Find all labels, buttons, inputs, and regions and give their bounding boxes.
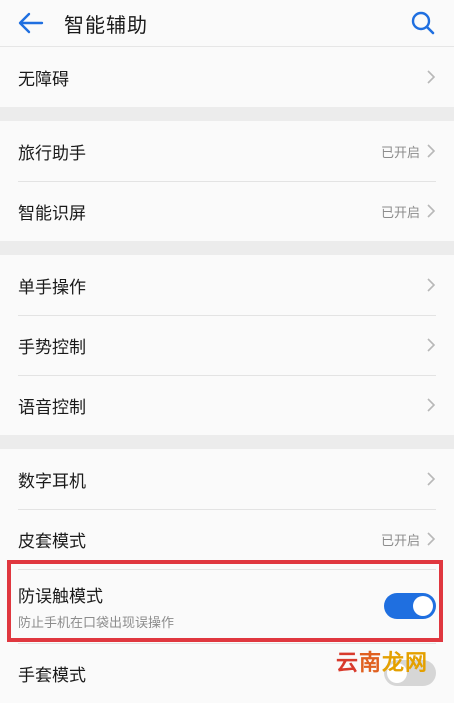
chevron-right-icon [426,203,436,219]
toggle-knob [413,596,433,616]
setting-label: 数字耳机 [18,471,86,492]
setting-label: 旅行助手 [18,143,86,164]
status-text: 已开启 [380,145,420,161]
setting-label: 手套模式 [18,665,86,686]
watermark-logo: 云南龙网 [335,651,428,676]
group-divider [0,107,454,121]
arrow-left-icon [18,12,44,34]
group-divider [0,435,454,449]
setting-gesture-control[interactable]: 手势控制 [0,315,454,375]
setting-one-hand-mode[interactable]: 单手操作 [0,255,454,315]
setting-pocket-mode[interactable]: 防误触模式 防止手机在口袋出现误操作 [0,569,454,643]
back-button[interactable] [8,0,54,46]
setting-travel-assistant[interactable]: 旅行助手 已开启 [0,121,454,181]
setting-voice-control[interactable]: 语音控制 [0,375,454,435]
chevron-right-icon [426,277,436,293]
search-icon [411,11,435,35]
page-title: 智能辅助 [64,12,148,37]
app-header: 智能辅助 [0,0,454,47]
setting-label: 智能识屏 [18,203,86,224]
setting-cover-mode[interactable]: 皮套模式 已开启 [0,509,454,569]
search-button[interactable] [406,6,440,40]
chevron-right-icon [426,143,436,159]
setting-label: 单手操作 [18,277,86,298]
pocket-mode-toggle[interactable] [384,593,436,619]
setting-label: 手势控制 [18,337,86,358]
setting-label: 防误触模式 [18,586,103,607]
setting-label: 无障碍 [18,69,69,90]
setting-texts: 防误触模式 防止手机在口袋出现误操作 [18,582,384,631]
chevron-right-icon [426,471,436,487]
settings-group-controls: 单手操作 手势控制 语音控制 [0,255,454,435]
chevron-right-icon [426,69,436,85]
setting-label: 语音控制 [18,397,86,418]
setting-smart-screen-recognition[interactable]: 智能识屏 已开启 [0,181,454,241]
setting-digital-headset[interactable]: 数字耳机 [0,449,454,509]
setting-description: 防止手机在口袋出现误操作 [18,615,175,631]
chevron-right-icon [426,531,436,547]
setting-accessibility[interactable]: 无障碍 [0,47,454,107]
chevron-right-icon [426,397,436,413]
setting-label: 皮套模式 [18,531,86,552]
status-text: 已开启 [380,205,420,221]
settings-group-smart: 旅行助手 已开启 智能识屏 已开启 [0,121,454,241]
status-text: 已开启 [380,533,420,549]
settings-group-accessibility: 无障碍 [0,47,454,107]
group-divider [0,241,454,255]
chevron-right-icon [426,337,436,353]
